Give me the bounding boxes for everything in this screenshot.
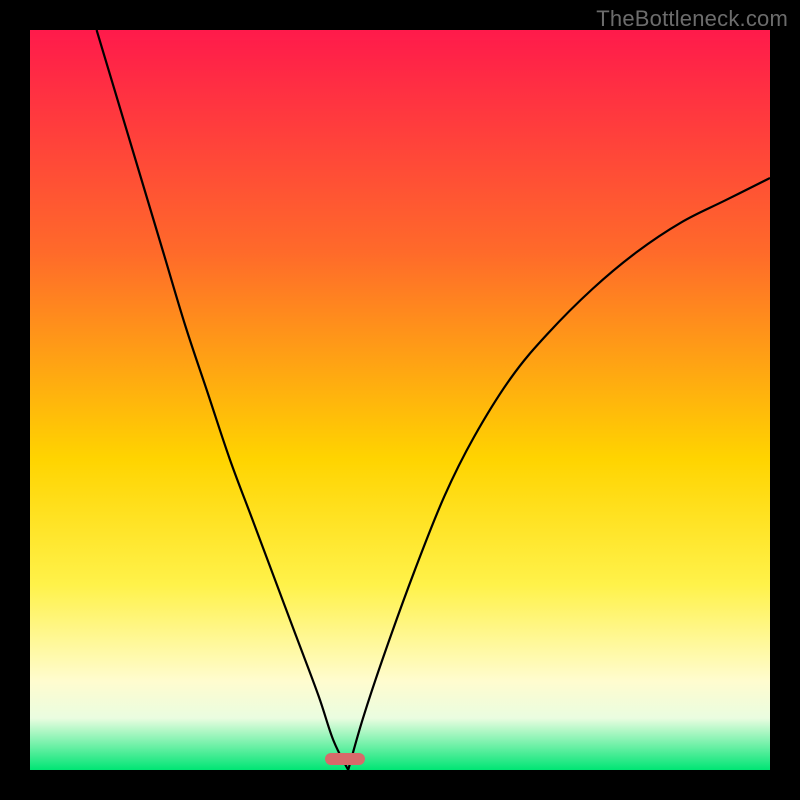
chart-frame: TheBottleneck.com [0, 0, 800, 800]
curve-right-branch [348, 178, 770, 770]
minimum-marker [325, 753, 365, 765]
curve-left-branch [97, 30, 349, 770]
plot-area [30, 30, 770, 770]
curve-svg [30, 30, 770, 770]
watermark-text: TheBottleneck.com [596, 6, 788, 32]
